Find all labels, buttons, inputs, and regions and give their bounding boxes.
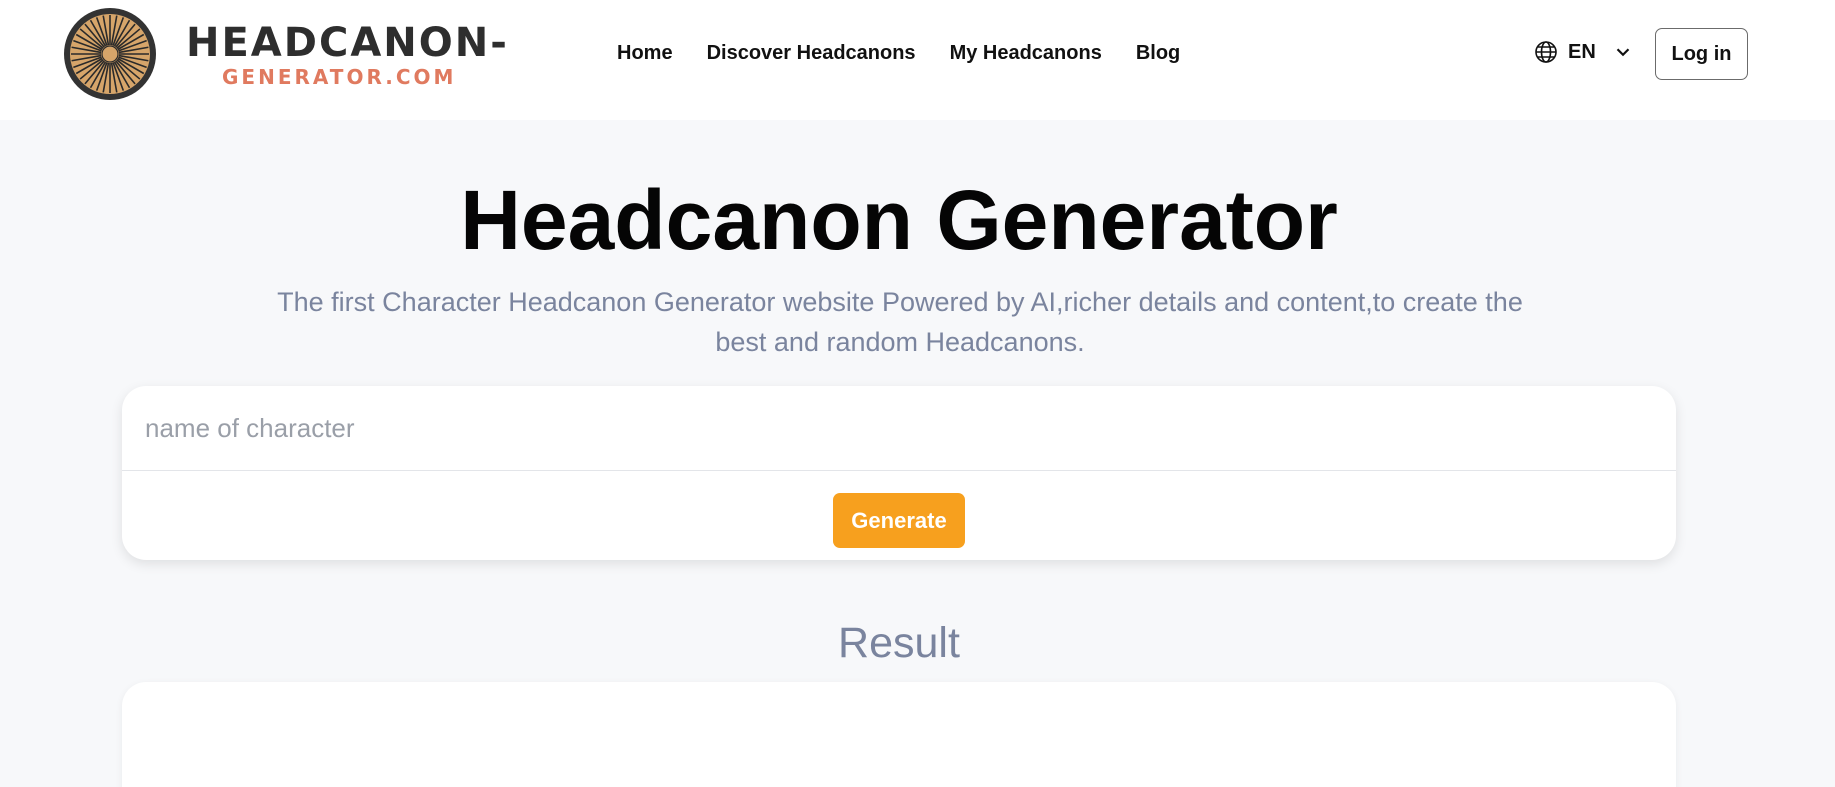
nav-my-headcanons[interactable]: My Headcanons bbox=[950, 40, 1102, 66]
result-heading: Result bbox=[838, 619, 960, 667]
globe-icon bbox=[1535, 41, 1557, 63]
logo-wordmark: HEADCANON- bbox=[186, 20, 509, 66]
character-name-input[interactable] bbox=[122, 386, 1676, 470]
logo-domain: GENERATOR.COM bbox=[222, 65, 457, 89]
page-subtitle: The first Character Headcanon Generator … bbox=[277, 287, 1523, 357]
nav-home[interactable]: Home bbox=[617, 40, 673, 66]
generator-card: Generate bbox=[122, 386, 1676, 560]
language-label: EN bbox=[1568, 40, 1596, 63]
login-button[interactable]: Log in bbox=[1655, 28, 1748, 80]
language-selector[interactable]: EN bbox=[1534, 40, 1634, 64]
main-nav: Home Discover Headcanons My Headcanons B… bbox=[617, 40, 1180, 66]
result-panel bbox=[122, 682, 1676, 787]
nav-discover-headcanons[interactable]: Discover Headcanons bbox=[707, 40, 916, 66]
sunburst-logo-icon bbox=[64, 8, 156, 100]
chevron-down-icon bbox=[1616, 48, 1630, 57]
nav-blog[interactable]: Blog bbox=[1136, 40, 1180, 66]
page-title: Headcanon Generator bbox=[460, 173, 1338, 267]
generate-button[interactable]: Generate bbox=[833, 493, 965, 548]
site-logo[interactable]: HEADCANON- GENERATOR.COM bbox=[62, 6, 509, 102]
card-divider bbox=[122, 470, 1676, 471]
site-header: HEADCANON- GENERATOR.COM Home Discover H… bbox=[0, 0, 1835, 120]
